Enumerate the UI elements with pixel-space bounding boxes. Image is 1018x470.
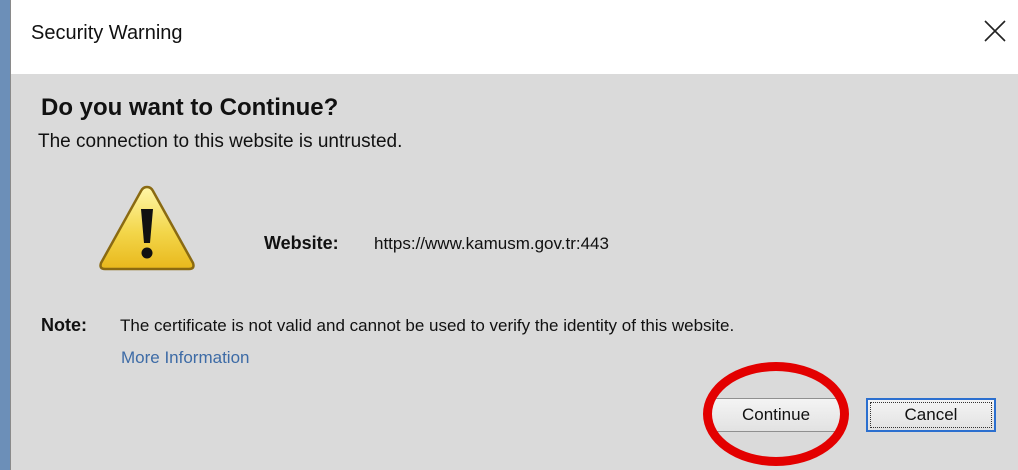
continue-button[interactable]: Continue: [711, 398, 841, 432]
close-icon: [984, 20, 1006, 42]
more-information-link[interactable]: More Information: [121, 348, 250, 368]
note-text: The certificate is not valid and cannot …: [120, 316, 735, 335]
dialog-subheading: The connection to this website is untrus…: [38, 131, 403, 152]
note-label: Note:: [41, 315, 87, 335]
dialog-heading: Do you want to Continue?: [41, 94, 339, 121]
close-button[interactable]: [972, 8, 1018, 54]
website-value: https://www.kamusm.gov.tr:443: [374, 234, 609, 253]
security-warning-dialog: Security Warning Do you want to Continue…: [10, 0, 1018, 470]
warning-icon: [99, 185, 195, 271]
window-title: Security Warning: [31, 22, 183, 44]
website-label: Website:: [264, 233, 339, 253]
title-bar: Security Warning: [11, 0, 1018, 74]
cancel-button[interactable]: Cancel: [866, 398, 996, 432]
